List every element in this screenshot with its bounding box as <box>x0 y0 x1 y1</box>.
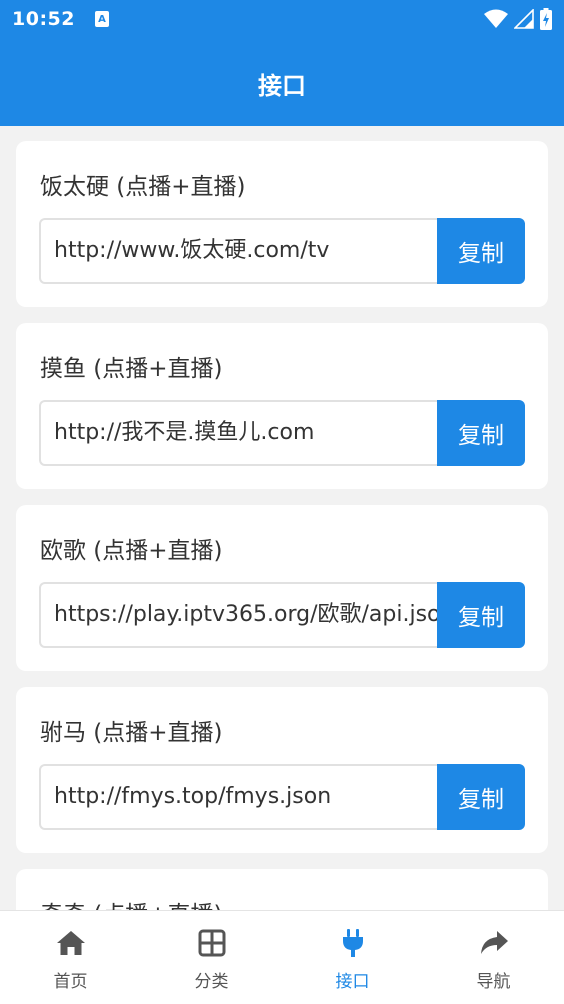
url-field[interactable]: http://我不是.摸鱼儿.com <box>39 400 439 466</box>
plug-icon <box>342 929 363 957</box>
copy-button[interactable]: 复制 <box>437 764 525 830</box>
nav-label: 首页 <box>53 972 88 992</box>
url-field[interactable]: http://www.饭太硬.com/tv <box>39 218 439 284</box>
grid-icon <box>198 929 225 957</box>
copy-button[interactable]: 复制 <box>437 400 525 466</box>
notification-icon: A <box>94 11 109 27</box>
nav-item-interface[interactable]: 接口 <box>282 911 423 1004</box>
nav-label: 接口 <box>335 972 370 992</box>
url-field[interactable]: https://play.iptv365.org/欧歌/api.json <box>39 582 439 648</box>
interface-card: 摸鱼 (点播+直播) http://我不是.摸鱼儿.com 复制 <box>16 323 548 489</box>
nav-label: 导航 <box>476 972 511 992</box>
status-time: 10:52 <box>12 8 75 30</box>
nav-item-category[interactable]: 分类 <box>141 911 282 1004</box>
interface-card: 饭太硬 (点播+直播) http://www.饭太硬.com/tv 复制 <box>16 141 548 307</box>
status-bar: 10:52 A <box>0 0 564 38</box>
card-title: 饭太硬 (点播+直播) <box>40 174 246 200</box>
interface-list[interactable]: 饭太硬 (点播+直播) http://www.饭太硬.com/tv 复制 摸鱼 … <box>0 126 564 910</box>
interface-card: 奇奇 (点播+直播) 复制 <box>16 869 548 910</box>
card-title: 奇奇 (点播+直播) <box>40 895 223 910</box>
app-bar: 10:52 A 接口 <box>0 0 564 126</box>
card-title: 驸马 (点播+直播) <box>40 720 223 746</box>
url-field[interactable]: http://fmys.top/fmys.json <box>39 764 439 830</box>
copy-button[interactable]: 复制 <box>437 218 525 284</box>
page-title: 接口 <box>258 72 306 100</box>
nav-item-navigation[interactable]: 导航 <box>423 911 564 1004</box>
card-title: 欧歌 (点播+直播) <box>40 538 223 564</box>
status-icons <box>484 8 552 30</box>
home-icon <box>56 931 85 955</box>
copy-button[interactable]: 复制 <box>437 582 525 648</box>
interface-card: 欧歌 (点播+直播) https://play.iptv365.org/欧歌/a… <box>16 505 548 671</box>
bottom-nav: 首页 分类 接口 导航 <box>0 910 564 1004</box>
wifi-icon <box>484 9 508 28</box>
card-title: 摸鱼 (点播+直播) <box>40 356 223 382</box>
cellular-signal-icon <box>514 9 534 29</box>
nav-item-home[interactable]: 首页 <box>0 911 141 1004</box>
share-arrow-icon <box>480 931 508 954</box>
interface-card: 驸马 (点播+直播) http://fmys.top/fmys.json 复制 <box>16 687 548 853</box>
nav-label: 分类 <box>194 972 229 992</box>
battery-icon <box>540 8 552 30</box>
